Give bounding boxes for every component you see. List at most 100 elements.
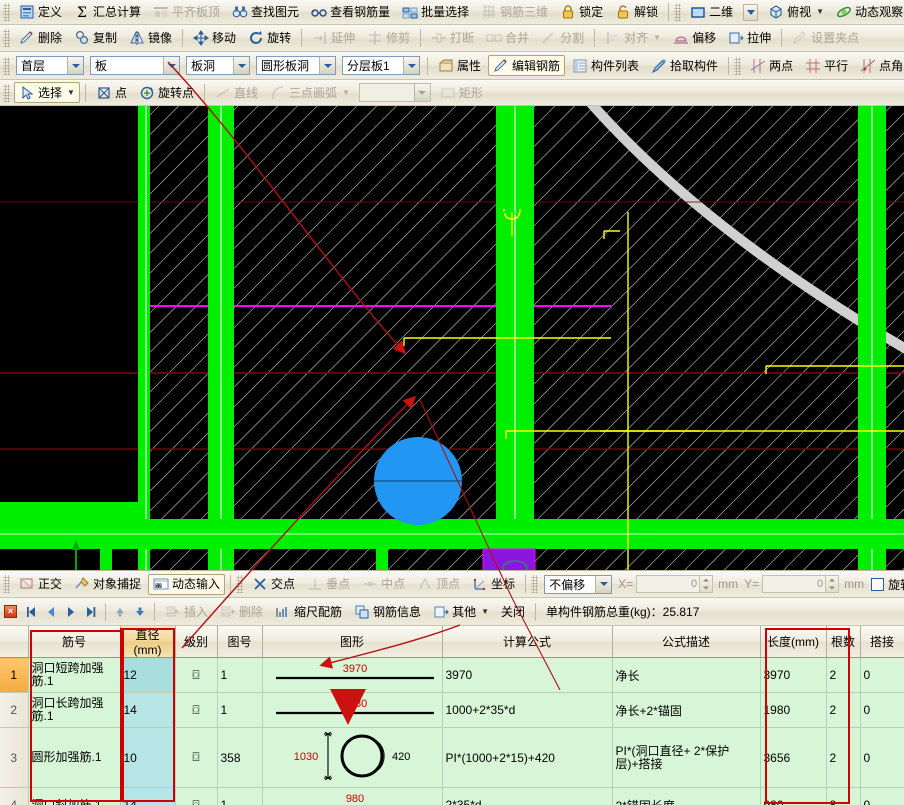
- cell-drawing-no[interactable]: 1: [217, 788, 262, 805]
- two-dimension-dropdown[interactable]: [740, 2, 761, 23]
- toolbar-grip-5[interactable]: [734, 57, 741, 75]
- cell-row-index[interactable]: 2: [0, 693, 28, 728]
- toolbar-grip-6[interactable]: [3, 84, 10, 102]
- toolbar-button-batch-select[interactable]: 批量选择: [397, 2, 474, 23]
- cell-grade[interactable]: ⌼: [175, 728, 217, 788]
- cad-drawing-canvas[interactable]: [0, 106, 904, 570]
- cell-lap[interactable]: 0: [860, 728, 904, 788]
- cell-length[interactable]: 3970: [760, 658, 826, 693]
- table-row[interactable]: 1 洞口短跨加强筋.1 12 ⌼ 1 3970 3970 净长 3970 2: [0, 658, 904, 693]
- close-icon[interactable]: ×: [4, 605, 17, 618]
- table-row[interactable]: 4 洞口斜加筋.1 14 ⌼ 1 980 2*35*d 2*锚固长度 980 8: [0, 788, 904, 805]
- chevron-down-icon[interactable]: ▼: [342, 89, 350, 97]
- chevron-down-icon[interactable]: [163, 57, 179, 74]
- toolbar-button-two-dimension[interactable]: 二维: [685, 2, 738, 23]
- toolbar-grip-3[interactable]: [3, 29, 10, 47]
- cell-count[interactable]: 2: [826, 728, 860, 788]
- toolbar-button-find-element[interactable]: 查找图元: [227, 2, 304, 23]
- cell-calc-formula[interactable]: 3970: [442, 658, 612, 693]
- cell-lap[interactable]: 0: [860, 658, 904, 693]
- toolbar-button-line[interactable]: 直线: [210, 82, 263, 103]
- toolbar-button-rotate[interactable]: 旋转: [243, 28, 296, 49]
- y-coordinate-input[interactable]: 0: [762, 575, 826, 593]
- toolbar-button-break[interactable]: 打断: [426, 28, 479, 49]
- toolbar-button-view-rebar-qty[interactable]: 查看钢筋量: [306, 2, 395, 23]
- column-header-drawing-no[interactable]: 图号: [217, 626, 262, 658]
- draw-mode-combo[interactable]: [359, 83, 431, 102]
- table-row[interactable]: 2 洞口长跨加强筋.1 14 ⌼ 1 1980 1000+2*35*d 净长+2…: [0, 693, 904, 728]
- toolbar-button-pick-component[interactable]: 拾取构件: [646, 55, 723, 76]
- cell-rebar-name[interactable]: 洞口短跨加强筋.1: [28, 658, 120, 693]
- toolbar-button-top-view[interactable]: 俯视 ▼: [763, 2, 829, 23]
- toolbar-button-rectangle[interactable]: 矩形: [435, 82, 488, 103]
- cell-calc-formula[interactable]: 1000+2*35*d: [442, 693, 612, 728]
- column-header-diameter[interactable]: 直径(mm): [120, 626, 175, 658]
- rebar-button-rebar-info[interactable]: 钢筋信息: [349, 601, 426, 622]
- layer-combo[interactable]: 分层板1: [342, 56, 420, 75]
- x-coordinate-spinner[interactable]: [700, 575, 713, 593]
- toolbar-button-align-slab-top[interactable]: 平齐板顶: [148, 2, 225, 23]
- category-combo[interactable]: 板: [90, 56, 180, 75]
- cell-shape[interactable]: 1980: [262, 693, 442, 728]
- toolbar-button-edit-rebar[interactable]: 编辑钢筋: [488, 55, 565, 76]
- next-record-button[interactable]: [61, 602, 81, 622]
- statusbar-grip-3[interactable]: [531, 575, 538, 593]
- toolbar-button-point-angle[interactable]: 点角 ▼: [855, 55, 904, 76]
- cell-shape[interactable]: 3970: [262, 658, 442, 693]
- toolbar-button-two-point[interactable]: 两点: [745, 55, 798, 76]
- statusbar-grip-2[interactable]: [236, 575, 243, 593]
- toolbar-button-mirror[interactable]: 镜像: [124, 28, 177, 49]
- cell-diameter[interactable]: 10: [120, 728, 175, 788]
- toolbar-grip[interactable]: [3, 3, 10, 21]
- toolbar-button-align[interactable]: 对齐 ▼: [600, 28, 666, 49]
- toolbar-button-rebar-3d[interactable]: 钢筋三维: [476, 2, 553, 23]
- chevron-down-icon[interactable]: ▼: [481, 608, 489, 616]
- cell-row-index[interactable]: 1: [0, 658, 28, 693]
- statusbar-button-intersection[interactable]: 交点: [247, 574, 300, 595]
- toolbar-button-trim[interactable]: 修剪: [362, 28, 415, 49]
- statusbar-button-dynamic-input[interactable]: 12 动态输入: [148, 574, 225, 595]
- cell-calc-formula[interactable]: PI*(1000+2*15)+420: [442, 728, 612, 788]
- column-header-grade[interactable]: 级别: [175, 626, 217, 658]
- shape-combo[interactable]: 圆形板洞: [256, 56, 336, 75]
- offset-combo[interactable]: 不偏移: [544, 575, 612, 594]
- cell-shape[interactable]: 1030 420: [262, 728, 442, 788]
- chevron-down-icon[interactable]: [319, 57, 335, 74]
- cell-length[interactable]: 3656: [760, 728, 826, 788]
- chevron-down-icon[interactable]: [414, 84, 430, 101]
- toolbar-button-three-point-arc[interactable]: 三点画弧 ▼: [265, 82, 355, 103]
- cell-length[interactable]: 1980: [760, 693, 826, 728]
- table-row[interactable]: 3 圆形加强筋.1 10 ⌼ 358 1030 420: [0, 728, 904, 788]
- chevron-down-icon[interactable]: ▼: [653, 34, 661, 42]
- cell-lap[interactable]: 0: [860, 788, 904, 805]
- x-coordinate-input[interactable]: 0: [636, 575, 700, 593]
- toolbar-button-summary-calc[interactable]: Σ 汇总计算: [69, 2, 146, 23]
- cell-count[interactable]: 2: [826, 658, 860, 693]
- statusbar-grip[interactable]: [3, 575, 10, 593]
- chevron-down-icon[interactable]: [403, 57, 419, 74]
- toolbar-button-split[interactable]: 分割: [536, 28, 589, 49]
- cell-grade[interactable]: ⌼: [175, 788, 217, 805]
- statusbar-button-midpoint[interactable]: 中点: [357, 574, 410, 595]
- toolbar-button-delete[interactable]: 删除: [14, 28, 67, 49]
- cell-shape[interactable]: 980: [262, 788, 442, 805]
- cell-rebar-name[interactable]: 圆形加强筋.1: [28, 728, 120, 788]
- toolbar-grip-2[interactable]: [674, 3, 681, 21]
- toolbar-button-set-grip[interactable]: 设置夹点: [787, 28, 864, 49]
- toolbar-button-define[interactable]: 定义: [14, 2, 67, 23]
- column-header-row-index[interactable]: [0, 626, 28, 658]
- rebar-button-insert[interactable]: 插入: [160, 601, 213, 622]
- cell-rebar-name[interactable]: 洞口长跨加强筋.1: [28, 693, 120, 728]
- toolbar-button-offset[interactable]: 偏移: [668, 28, 721, 49]
- cell-diameter[interactable]: 12: [120, 658, 175, 693]
- cell-formula-desc[interactable]: 2*锚固长度: [612, 788, 760, 805]
- cell-row-index[interactable]: 3: [0, 728, 28, 788]
- toolbar-button-extend[interactable]: 延伸: [307, 28, 360, 49]
- statusbar-button-perpendicular[interactable]: 垂点: [302, 574, 355, 595]
- statusbar-button-vertex[interactable]: 顶点: [412, 574, 465, 595]
- move-down-button[interactable]: [130, 602, 150, 622]
- y-coordinate-spinner[interactable]: [826, 575, 839, 593]
- cell-row-index[interactable]: 4: [0, 788, 28, 805]
- first-record-button[interactable]: [21, 602, 41, 622]
- rebar-button-other[interactable]: 其他 ▼: [428, 601, 494, 622]
